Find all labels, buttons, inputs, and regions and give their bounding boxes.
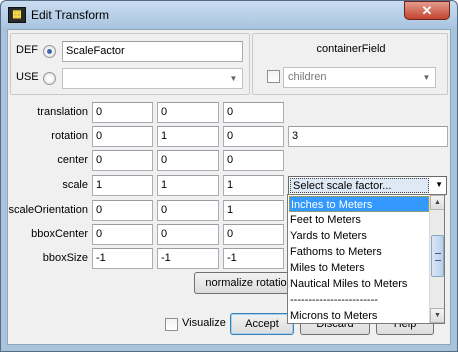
bbox-center-z[interactable]: 0 — [223, 224, 284, 245]
scroll-up-icon[interactable]: ▲ — [430, 195, 444, 210]
bbox-size-y[interactable]: -1 — [157, 248, 219, 269]
bbox-size-x[interactable]: -1 — [92, 248, 153, 269]
scale-label: scale — [62, 179, 88, 191]
scale-orientation-z[interactable]: 1 — [223, 200, 284, 221]
x3d-edit-icon: ▦ — [8, 7, 26, 23]
rotation-y[interactable]: 1 — [157, 126, 219, 147]
visualize-label: Visualize — [182, 317, 226, 329]
center-label: center — [57, 154, 88, 166]
translation-label: translation — [37, 106, 88, 118]
chevron-down-icon: ▼ — [229, 74, 238, 83]
bbox-center-y[interactable]: 0 — [157, 224, 219, 245]
translation-y[interactable]: 0 — [157, 102, 219, 123]
rotation-z[interactable]: 0 — [223, 126, 284, 147]
list-item[interactable]: Microns to Meters — [289, 308, 430, 323]
title-bar[interactable]: ▦ Edit Transform — [1, 1, 457, 29]
scale-x[interactable]: 1 — [92, 175, 153, 196]
scale-orientation-label: scaleOrientation — [8, 204, 89, 216]
container-field-label: containerField — [316, 43, 386, 55]
def-radio[interactable] — [43, 45, 56, 58]
center-x[interactable]: 0 — [92, 150, 153, 171]
use-select[interactable]: ▼ — [62, 68, 243, 89]
container-field-checkbox[interactable] — [267, 70, 280, 83]
visualize-checkbox[interactable] — [165, 318, 178, 331]
translation-z[interactable]: 0 — [223, 102, 284, 123]
container-field-select[interactable]: children ▼ — [283, 67, 436, 88]
rotation-label: rotation — [51, 130, 88, 142]
bbox-size-z[interactable]: -1 — [223, 248, 284, 269]
bbox-center-label: bboxCenter — [31, 228, 88, 240]
list-item[interactable]: Miles to Meters — [289, 260, 430, 276]
bbox-size-label: bboxSize — [42, 252, 88, 264]
normalize-rotation-button[interactable]: normalize rotatio — [194, 272, 298, 294]
scale-y[interactable]: 1 — [157, 175, 219, 196]
center-y[interactable]: 0 — [157, 150, 219, 171]
accept-button[interactable]: Accept — [230, 313, 294, 335]
scale-orientation-y[interactable]: 0 — [157, 200, 219, 221]
rotation-angle[interactable]: 3 — [288, 126, 448, 147]
scrollbar-thumb[interactable] — [431, 235, 444, 277]
bbox-center-x[interactable]: 0 — [92, 224, 153, 245]
use-radio[interactable] — [43, 72, 56, 85]
def-label: DEF — [16, 44, 38, 56]
container-field-value: children — [288, 71, 327, 83]
center-z[interactable]: 0 — [223, 150, 284, 171]
list-item[interactable]: Fathoms to Meters — [289, 244, 430, 260]
rotation-x[interactable]: 0 — [92, 126, 153, 147]
chevron-down-icon: ▼ — [435, 180, 443, 189]
list-item[interactable]: Feet to Meters — [289, 212, 430, 228]
scroll-down-icon[interactable]: ▼ — [430, 308, 444, 323]
list-item[interactable]: Nautical Miles to Meters — [289, 276, 430, 292]
scale-factor-dropdown-list[interactable]: Inches to Meters Feet to Meters Yards to… — [287, 194, 445, 324]
use-label: USE — [16, 71, 39, 83]
chevron-down-icon: ▼ — [422, 73, 431, 82]
close-icon: ✕ — [421, 3, 433, 18]
close-button[interactable]: ✕ — [404, 1, 450, 20]
list-item[interactable]: Inches to Meters — [289, 196, 429, 212]
translation-x[interactable]: 0 — [92, 102, 153, 123]
scale-orientation-x[interactable]: 0 — [92, 200, 153, 221]
def-use-group: DEF ScaleFactor USE ▼ — [10, 33, 250, 95]
list-separator: ------------------------ — [290, 294, 378, 306]
scale-factor-selected: Select scale factor... — [290, 178, 429, 193]
def-input[interactable]: ScaleFactor — [62, 41, 243, 62]
dropdown-scrollbar[interactable]: ▲ ▼ — [429, 195, 444, 323]
container-field-group: containerField children ▼ — [252, 33, 448, 95]
window-title: Edit Transform — [31, 8, 110, 22]
scale-z[interactable]: 1 — [223, 175, 284, 196]
list-item[interactable]: Yards to Meters — [289, 228, 430, 244]
scale-factor-select[interactable]: Select scale factor... ▼ — [288, 176, 447, 195]
